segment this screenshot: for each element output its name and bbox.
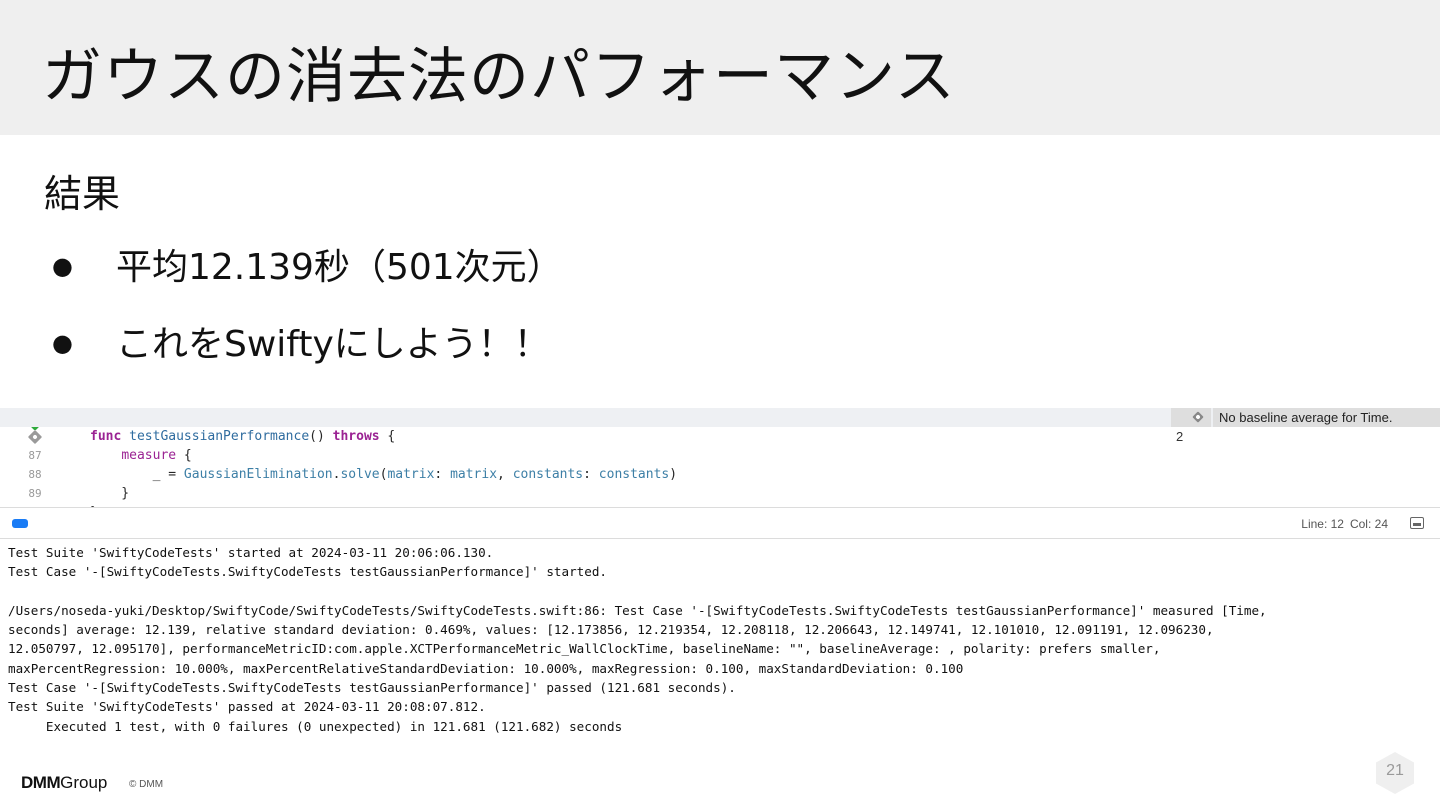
bullet-text: これをSwiftyにしよう！！	[116, 324, 550, 365]
console-line: Test Suite 'SwiftyCodeTests' started at …	[8, 545, 494, 560]
column-indicator: Col: 24	[1349, 517, 1388, 531]
performance-message[interactable]: No baseline average for Time.	[1213, 408, 1440, 427]
page-number: 21	[1386, 762, 1404, 779]
console-line: Executed 1 test, with 0 failures (0 unex…	[8, 718, 623, 734]
console-line: Test Suite 'SwiftyCodeTests' passed at 2…	[8, 699, 486, 715]
code-editor[interactable]: ✓ func testGaussianPerformance() throws …	[0, 388, 1440, 520]
code-line: 88 }	[0, 446, 1440, 501]
bullet-list: ● 平均12.139秒（501次元） ● これをSwiftyにしよう！！	[52, 238, 563, 392]
code-line: 90	[0, 484, 1440, 519]
console-line: Test Case '-[SwiftyCodeTests.SwiftyCodeT…	[8, 564, 607, 580]
bullet-item: ● 平均12.139秒（501次元）	[52, 238, 563, 315]
performance-diamond-icon	[1192, 411, 1204, 423]
performance-result-count[interactable]: 2	[1171, 408, 1211, 444]
code-line: ✓ func testGaussianPerformance() throws …	[0, 389, 1440, 444]
debug-area-toggle-icon[interactable]	[12, 519, 28, 528]
company-logo: DMMGroup	[21, 773, 107, 793]
copyright: © DMM	[129, 779, 164, 790]
console-line: 12.050797, 12.095170], performanceMetric…	[8, 641, 1161, 657]
bullet-dot: ●	[52, 252, 73, 280]
bullet-item: ● これをSwiftyにしよう！！	[52, 315, 563, 392]
slide-subtitle: 結果	[44, 172, 121, 216]
slide-title: ガウスの消去法のパフォーマンス	[42, 42, 956, 112]
bullet-dot: ●	[52, 329, 73, 357]
console-line: seconds] average: 12.139, relative stand…	[8, 622, 1214, 638]
debug-bar: Line: 12 Col: 24	[0, 507, 1440, 539]
cursor-position: Line: 12 Col: 24	[1301, 517, 1388, 531]
line-indicator: Line: 12	[1301, 517, 1344, 531]
hide-panel-icon[interactable]	[1410, 517, 1424, 529]
code-line-highlighted: measure { 2 No baseline average for Time…	[0, 408, 1440, 463]
logo-dmm: DMM	[21, 773, 61, 792]
console-line: maxPercentRegression: 10.000%, maxPercen…	[8, 660, 964, 676]
code-line: 89 }	[0, 465, 1440, 520]
bullet-text: 平均12.139秒（501次元）	[116, 247, 563, 288]
console-line: Test Case '-[SwiftyCodeTests.SwiftyCodeT…	[8, 680, 736, 696]
console-output[interactable]: Test Suite 'SwiftyCodeTests' started at …	[8, 543, 1428, 736]
code-line: 87 _ = GaussianElimination.solve(matrix:…	[0, 427, 1440, 482]
console-line: /Users/noseda-yuki/Desktop/SwiftyCode/Sw…	[8, 602, 1267, 618]
logo-group: Group	[60, 773, 108, 792]
